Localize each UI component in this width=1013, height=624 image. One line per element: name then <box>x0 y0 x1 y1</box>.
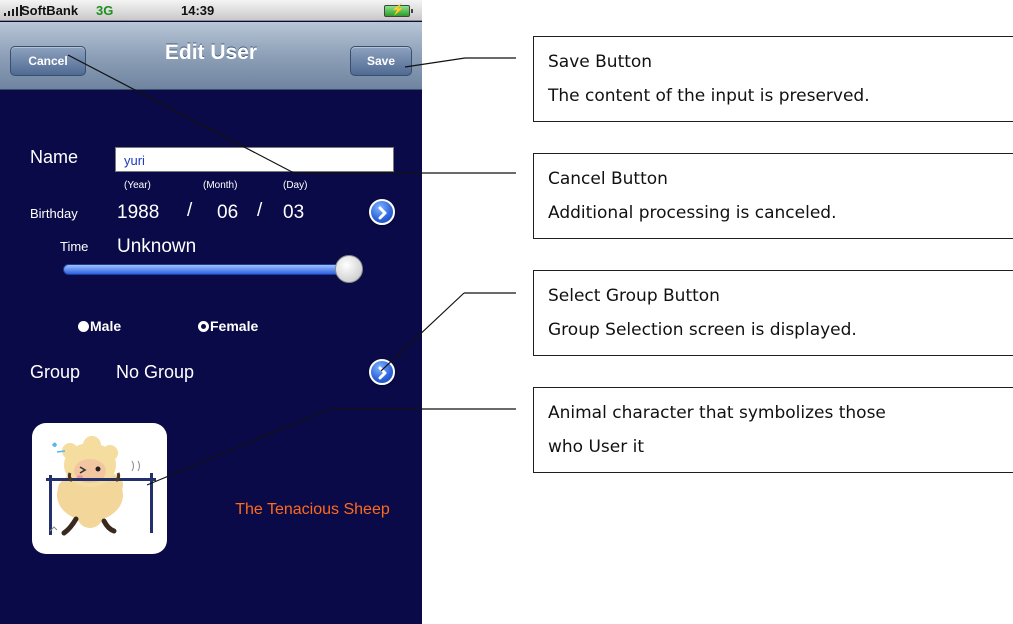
callout-animal-character: Animal character that symbolizes those w… <box>533 387 1013 473</box>
callout-select-group-button: Select Group Button Group Selection scre… <box>533 270 1013 356</box>
callout-save-button: Save Button The content of the input is … <box>533 36 1013 122</box>
callout-text: Additional processing is canceled. <box>548 203 837 223</box>
callout-title: Animal character that symbolizes those <box>548 403 886 423</box>
callout-title: Cancel Button <box>548 169 668 189</box>
callout-cancel-button: Cancel Button Additional processing is c… <box>533 153 1013 239</box>
callout-title: Save Button <box>548 52 653 72</box>
callout-text: The content of the input is preserved. <box>548 86 870 106</box>
callout-text: who User it <box>548 437 645 457</box>
callout-text: Group Selection screen is displayed. <box>548 320 857 340</box>
callout-title: Select Group Button <box>548 286 720 306</box>
